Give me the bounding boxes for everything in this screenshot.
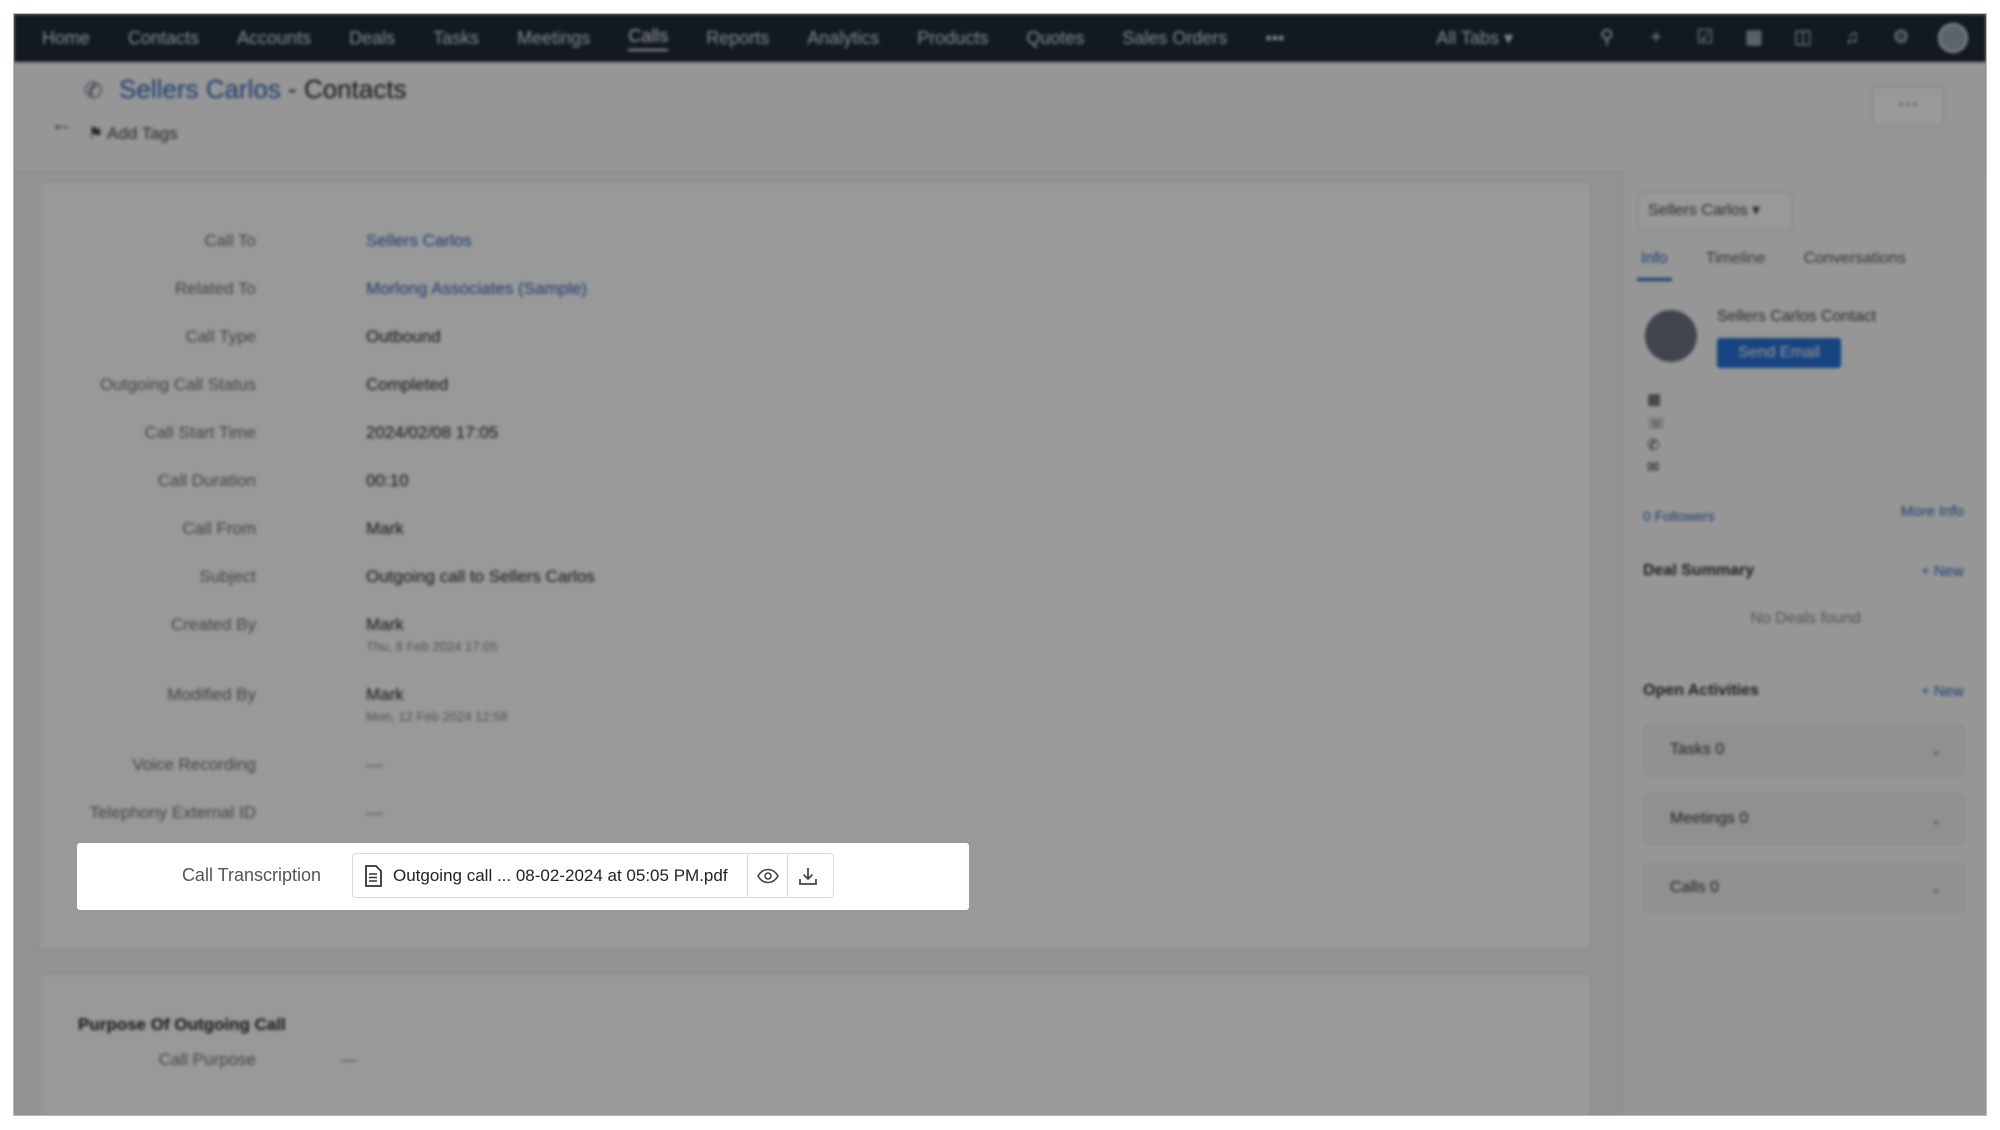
dim-overlay bbox=[14, 14, 1986, 1115]
app-window: Home Contacts Accounts Deals Tasks Meeti… bbox=[13, 13, 1987, 1116]
call-transcription-label: Call Transcription bbox=[181, 865, 321, 885]
document-icon bbox=[353, 864, 393, 887]
transcription-file-chip[interactable]: Outgoing call ... 08-02-2024 at 05:05 PM… bbox=[352, 853, 834, 898]
preview-eye-icon[interactable] bbox=[747, 854, 787, 897]
call-transcription-row: Call Transcription Outgoing call ... 08-… bbox=[77, 843, 969, 910]
transcription-file-name[interactable]: Outgoing call ... 08-02-2024 at 05:05 PM… bbox=[393, 866, 747, 886]
download-icon[interactable] bbox=[787, 854, 827, 897]
